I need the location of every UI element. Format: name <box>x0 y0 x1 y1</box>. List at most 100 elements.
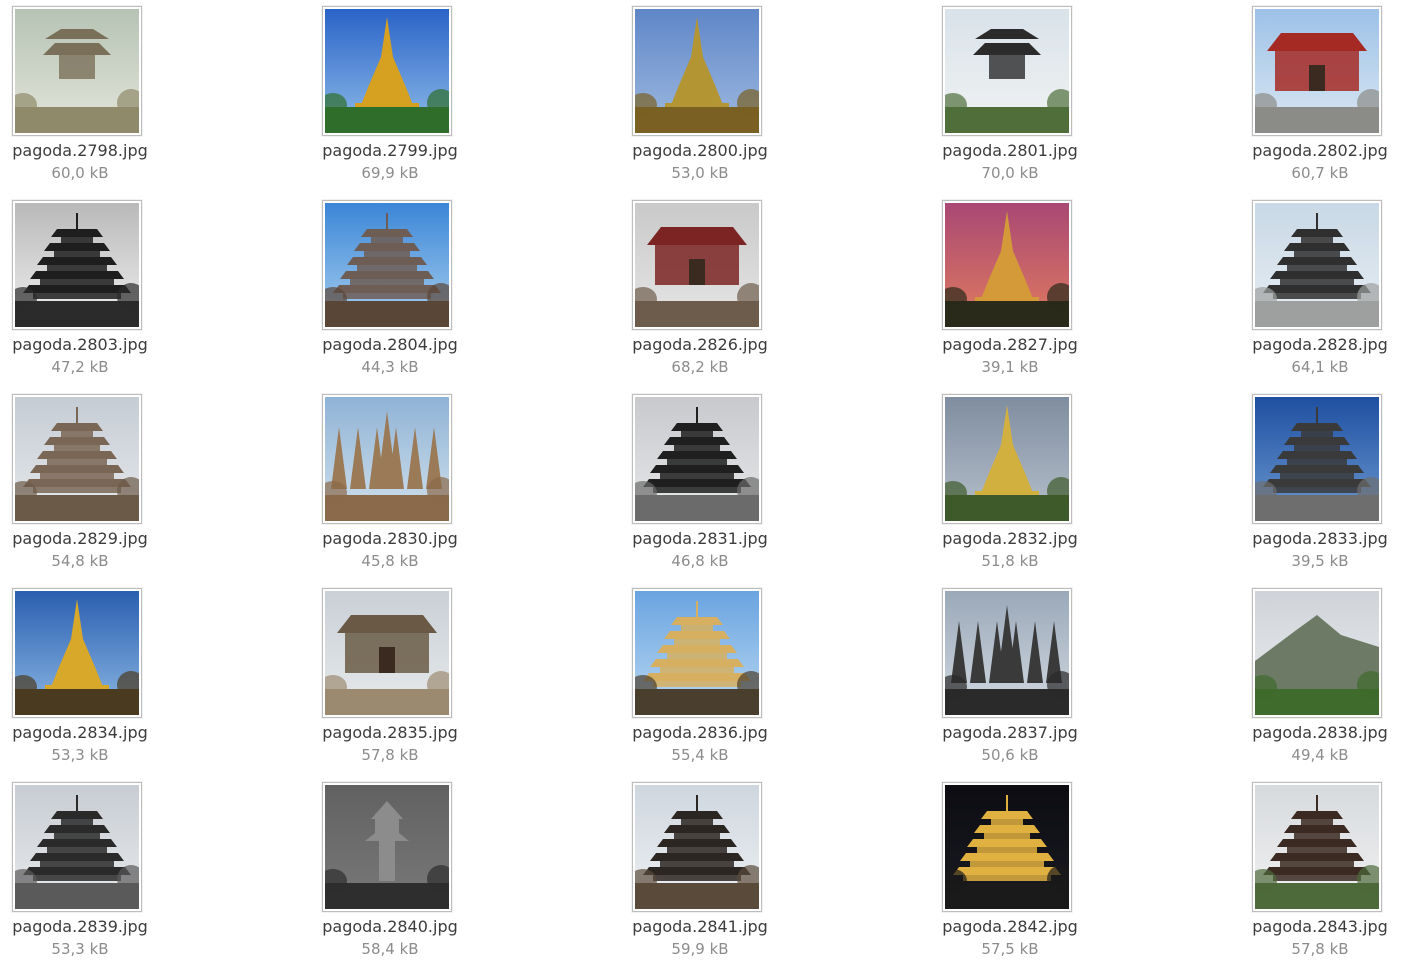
file-size-label: 45,8 kB <box>361 552 419 570</box>
file-name-label: pagoda.2803.jpg <box>12 335 148 354</box>
file-name-label: pagoda.2831.jpg <box>632 529 768 548</box>
thumbnail-frame[interactable] <box>1252 394 1382 524</box>
file-size-label: 68,2 kB <box>671 358 729 376</box>
file-item[interactable]: pagoda.2830.jpg 45,8 kB <box>310 388 470 578</box>
file-size-label: 60,7 kB <box>1291 164 1349 182</box>
file-item[interactable]: pagoda.2837.jpg 50,6 kB <box>930 582 1090 772</box>
file-size-label: 53,0 kB <box>671 164 729 182</box>
red-temple-gate-photo-icon <box>1255 9 1379 133</box>
thumbnail-frame[interactable] <box>942 782 1072 912</box>
thumbnail-frame[interactable] <box>12 588 142 718</box>
file-item[interactable]: pagoda.2842.jpg 57,5 kB <box>930 776 1090 966</box>
file-item[interactable]: pagoda.2834.jpg 53,3 kB <box>0 582 160 772</box>
file-size-label: 70,0 kB <box>981 164 1039 182</box>
thumbnail-frame[interactable] <box>1252 6 1382 136</box>
street-pagoda-photo-icon <box>15 785 139 909</box>
file-item[interactable]: pagoda.2839.jpg 53,3 kB <box>0 776 160 966</box>
tiered-pagoda-photo-icon <box>15 203 139 327</box>
file-item[interactable]: pagoda.2832.jpg 51,8 kB <box>930 388 1090 578</box>
file-size-label: 54,8 kB <box>51 552 109 570</box>
file-item[interactable]: pagoda.2798.jpg 60,0 kB <box>0 0 160 190</box>
file-size-label: 58,4 kB <box>361 940 419 958</box>
file-size-label: 53,3 kB <box>51 940 109 958</box>
thumbnail-frame[interactable] <box>12 200 142 330</box>
file-item[interactable]: pagoda.2835.jpg 57,8 kB <box>310 582 470 772</box>
file-name-label: pagoda.2833.jpg <box>1252 529 1388 548</box>
thumbnail-frame[interactable] <box>942 394 1072 524</box>
file-item[interactable]: pagoda.2803.jpg 47,2 kB <box>0 194 160 384</box>
file-size-label: 53,3 kB <box>51 746 109 764</box>
stone-spire-photo-icon <box>325 397 449 521</box>
file-name-label: pagoda.2841.jpg <box>632 917 768 936</box>
tiered-pagoda-photo-icon <box>1255 203 1379 327</box>
thumbnail-frame[interactable] <box>632 782 762 912</box>
thumbnail-frame[interactable] <box>942 200 1072 330</box>
file-size-label: 50,6 kB <box>981 746 1039 764</box>
golden-stupa-photo-icon <box>945 397 1069 521</box>
tiered-pagoda-photo-icon <box>325 203 449 327</box>
file-size-label: 49,4 kB <box>1291 746 1349 764</box>
file-name-label: pagoda.2836.jpg <box>632 723 768 742</box>
file-name-label: pagoda.2837.jpg <box>942 723 1078 742</box>
file-name-label: pagoda.2839.jpg <box>12 917 148 936</box>
temple-courtyard-photo-icon <box>325 591 449 715</box>
thumbnail-frame[interactable] <box>322 200 452 330</box>
tiered-pagoda-photo-icon <box>635 785 759 909</box>
file-size-label: 46,8 kB <box>671 552 729 570</box>
file-item[interactable]: pagoda.2840.jpg 58,4 kB <box>310 776 470 966</box>
file-item[interactable]: pagoda.2800.jpg 53,0 kB <box>620 0 780 190</box>
thumbnail-frame[interactable] <box>632 6 762 136</box>
file-item[interactable]: pagoda.2801.jpg 70,0 kB <box>930 0 1090 190</box>
file-name-label: pagoda.2827.jpg <box>942 335 1078 354</box>
file-item[interactable]: pagoda.2836.jpg 55,4 kB <box>620 582 780 772</box>
file-item[interactable]: pagoda.2826.jpg 68,2 kB <box>620 194 780 384</box>
file-size-label: 44,3 kB <box>361 358 419 376</box>
file-name-label: pagoda.2838.jpg <box>1252 723 1388 742</box>
thumbnail-frame[interactable] <box>632 394 762 524</box>
file-item[interactable]: pagoda.2827.jpg 39,1 kB <box>930 194 1090 384</box>
thumbnail-frame[interactable] <box>632 200 762 330</box>
thumbnail-frame[interactable] <box>322 6 452 136</box>
tiered-pagoda-photo-icon <box>1255 785 1379 909</box>
file-item[interactable]: pagoda.2802.jpg 60,7 kB <box>1240 0 1400 190</box>
thumbnail-frame[interactable] <box>12 782 142 912</box>
file-item[interactable]: pagoda.2833.jpg 39,5 kB <box>1240 388 1400 578</box>
file-name-label: pagoda.2804.jpg <box>322 335 458 354</box>
thumbnail-frame[interactable] <box>1252 200 1382 330</box>
thumbnail-frame[interactable] <box>322 782 452 912</box>
file-item[interactable]: pagoda.2804.jpg 44,3 kB <box>310 194 470 384</box>
thumbnail-frame[interactable] <box>322 588 452 718</box>
file-size-label: 57,5 kB <box>981 940 1039 958</box>
tiered-pagoda-photo-icon <box>635 591 759 715</box>
file-item[interactable]: pagoda.2831.jpg 46,8 kB <box>620 388 780 578</box>
file-size-label: 47,2 kB <box>51 358 109 376</box>
file-item[interactable]: pagoda.2799.jpg 69,9 kB <box>310 0 470 190</box>
file-name-label: pagoda.2842.jpg <box>942 917 1078 936</box>
file-size-label: 39,5 kB <box>1291 552 1349 570</box>
thumbnail-frame[interactable] <box>1252 588 1382 718</box>
file-name-label: pagoda.2832.jpg <box>942 529 1078 548</box>
file-size-label: 51,8 kB <box>981 552 1039 570</box>
file-name-label: pagoda.2798.jpg <box>12 141 148 160</box>
file-name-label: pagoda.2840.jpg <box>322 917 458 936</box>
thumbnail-frame[interactable] <box>12 6 142 136</box>
file-item[interactable]: pagoda.2838.jpg 49,4 kB <box>1240 582 1400 772</box>
file-item[interactable]: pagoda.2843.jpg 57,8 kB <box>1240 776 1400 966</box>
file-item[interactable]: pagoda.2828.jpg 64,1 kB <box>1240 194 1400 384</box>
thumbnail-frame[interactable] <box>942 6 1072 136</box>
file-name-label: pagoda.2799.jpg <box>322 141 458 160</box>
file-name-label: pagoda.2801.jpg <box>942 141 1078 160</box>
file-item[interactable]: pagoda.2841.jpg 59,9 kB <box>620 776 780 966</box>
file-item[interactable]: pagoda.2829.jpg 54,8 kB <box>0 388 160 578</box>
file-name-label: pagoda.2834.jpg <box>12 723 148 742</box>
mountain-forest-photo-icon <box>1255 591 1379 715</box>
thumbnail-frame[interactable] <box>942 588 1072 718</box>
thumbnail-frame[interactable] <box>12 394 142 524</box>
chinese-pavilion-photo-icon <box>945 9 1069 133</box>
file-icon-grid: pagoda.2798.jpg 60,0 kB pagoda.2799.jpg 69,… <box>0 0 1401 967</box>
thumbnail-frame[interactable] <box>632 588 762 718</box>
ornate-temple-photo-icon <box>635 203 759 327</box>
thumbnail-frame[interactable] <box>322 394 452 524</box>
file-name-label: pagoda.2800.jpg <box>632 141 768 160</box>
thumbnail-frame[interactable] <box>1252 782 1382 912</box>
